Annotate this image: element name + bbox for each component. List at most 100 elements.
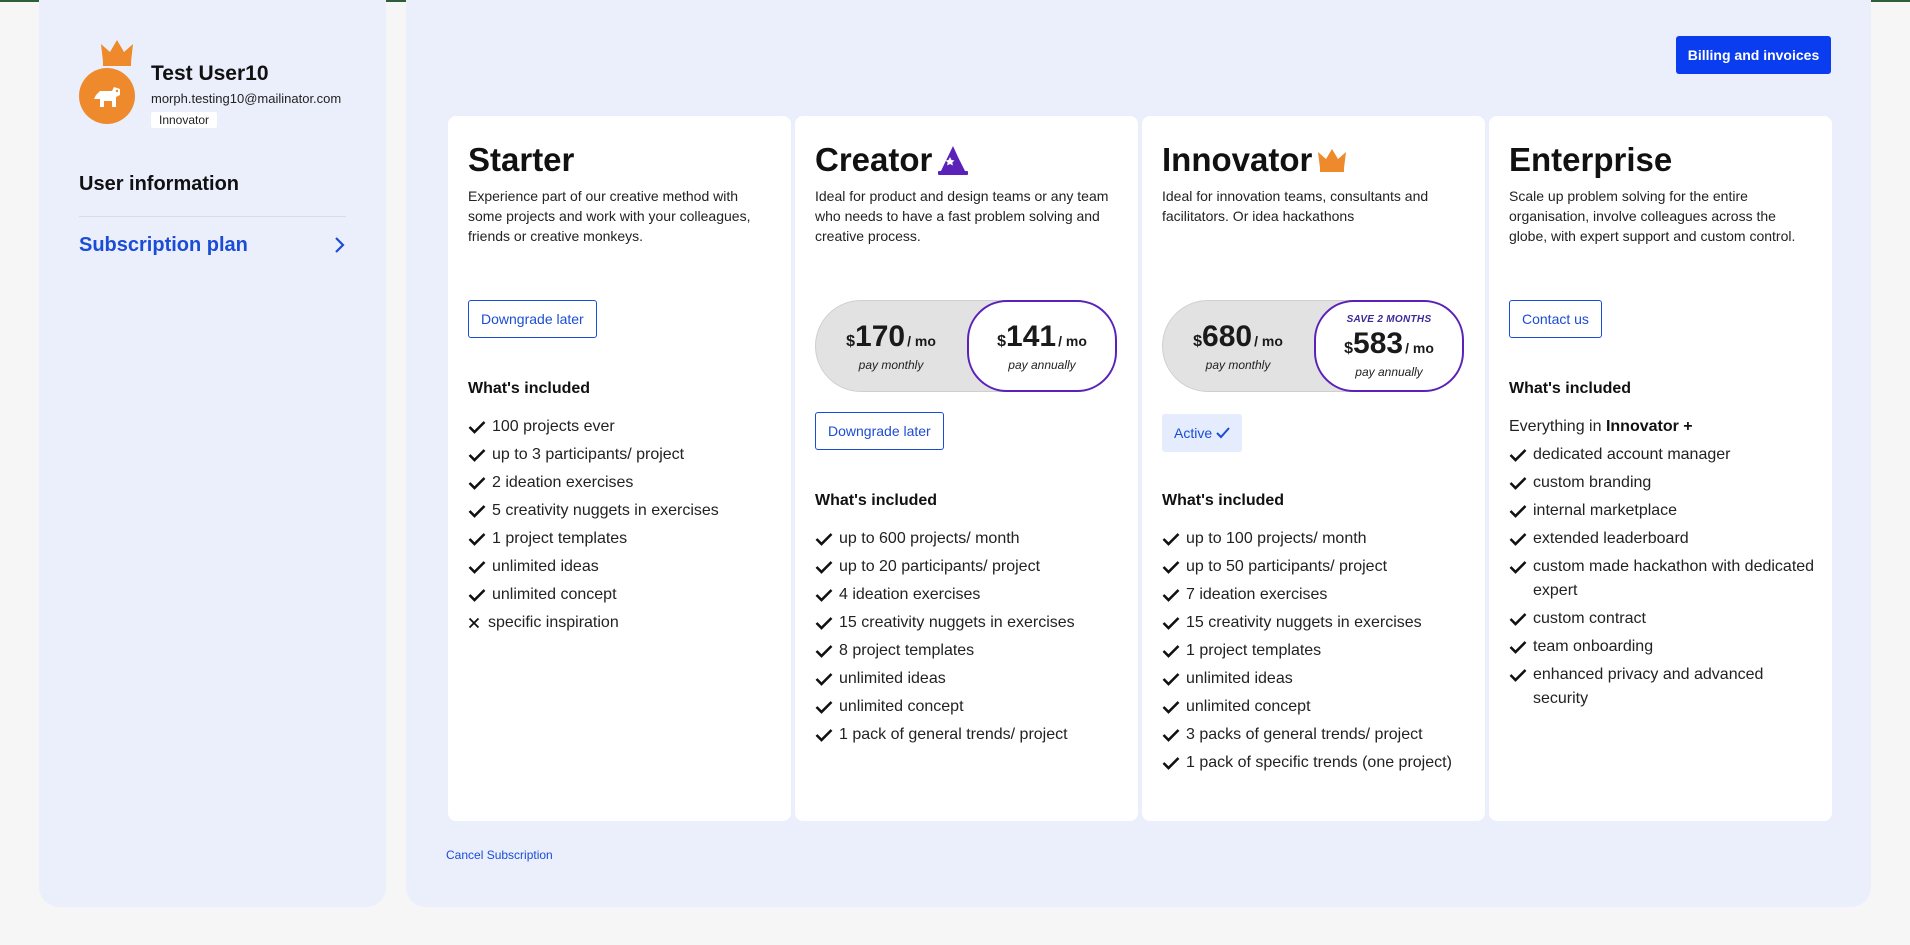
downgrade-later-button[interactable]: Downgrade later [468,300,597,338]
plan-title: Starter [468,140,771,180]
check-icon [815,611,839,635]
price-amount: 583 [1353,326,1404,360]
feature-item: internal marketplace [1509,499,1819,523]
feature-item: 15 creativity nuggets in exercises [1162,611,1472,635]
feature-text: extended leaderboard [1533,530,1689,547]
avatar [79,38,143,124]
pay-monthly-option[interactable]: $ 680 / mo pay monthly [1163,301,1313,391]
whats-included-title: What's included [1162,492,1285,509]
downgrade-later-button[interactable]: Downgrade later [815,412,944,450]
nav-user-information[interactable]: User information [79,173,239,196]
currency: $ [846,333,856,350]
feature-text: custom made hackathon with dedicated exp… [1533,558,1815,599]
check-icon [468,443,492,467]
feature-item: 100 projects ever [468,415,778,439]
feature-text: unlimited ideas [839,670,946,687]
plan-card-innovator: Innovator Ideal for innovation teams, co… [1142,116,1485,821]
feature-text: up to 100 projects/ month [1186,530,1367,547]
feature-list: dedicated account manager custom branding… [1509,443,1819,711]
plan-description: Scale up problem solving for the entire … [1509,188,1796,244]
check-icon [1162,639,1186,663]
cancel-subscription-link[interactable]: Cancel Subscription [446,848,553,862]
plan-title: Enterprise [1509,140,1812,180]
feature-list: up to 600 projects/ month up to 20 partic… [815,527,1125,751]
check-icon [1162,611,1186,635]
feature-text: up to 3 participants/ project [492,446,685,463]
feature-text: 2 ideation exercises [492,474,634,491]
feature-text: 5 creativity nuggets in exercises [492,502,719,519]
feature-item: team onboarding [1509,635,1819,659]
check-icon [468,555,492,579]
currency: $ [997,333,1007,350]
check-icon [1162,555,1186,579]
feature-item: custom contract [1509,607,1819,631]
feature-text: 1 pack of specific trends (one project) [1186,754,1452,771]
nav-subscription-label: Subscription plan [79,233,248,256]
feature-item: specific inspiration [468,611,778,635]
check-icon [1162,723,1186,747]
check-icon [1162,583,1186,607]
feature-item: 1 pack of general trends/ project [815,723,1125,747]
feature-text: up to 50 participants/ project [1186,558,1388,575]
feature-item: 1 pack of specific trends (one project) [1162,751,1472,775]
feature-item: 1 project templates [1162,639,1472,663]
crown-icon [101,40,133,66]
enterprise-intro: Everything in Innovator + [1509,415,1819,439]
dog-icon [94,87,120,107]
check-icon [1509,663,1533,687]
save-badge: SAVE 2 MONTHS [1346,313,1432,325]
pay-monthly-option[interactable]: $ 170 / mo pay monthly [816,301,966,391]
feature-text: custom contract [1533,610,1646,627]
nav-subscription-plan[interactable]: Subscription plan [79,232,346,258]
check-icon [815,695,839,719]
check-icon [468,471,492,495]
feature-item: 4 ideation exercises [815,583,1125,607]
plan-title-text: Enterprise [1509,141,1673,178]
feature-item: dedicated account manager [1509,443,1819,467]
feature-text: dedicated account manager [1533,446,1731,463]
check-icon [468,527,492,551]
user-profile: Test User10 morph.testing10@mailinator.c… [79,38,369,128]
feature-text: enhanced privacy and advanced security [1533,666,1764,707]
contact-us-button[interactable]: Contact us [1509,300,1602,338]
feature-text: team onboarding [1533,638,1654,655]
plan-title: Creator [815,140,1118,180]
feature-text: custom branding [1533,474,1652,491]
check-icon [468,583,492,607]
feature-text: unlimited concept [1186,698,1311,715]
crown-icon [1318,149,1347,172]
currency: $ [1193,333,1203,350]
feature-item: unlimited concept [815,695,1125,719]
price-monthly: $ 680 / mo [1193,320,1283,354]
user-tier-badge: Innovator [151,112,218,128]
check-icon [1216,427,1230,439]
check-icon [1509,443,1533,467]
feature-item: 8 project templates [815,639,1125,663]
feature-item: custom made hackathon with dedicated exp… [1509,555,1819,603]
price-period: / mo [907,333,936,349]
feature-text: internal marketplace [1533,502,1678,519]
pay-monthly-label: pay monthly [1205,358,1271,372]
feature-item: extended leaderboard [1509,527,1819,551]
pay-annually-option[interactable]: SAVE 2 MONTHS $ 583 / mo pay annually [1314,300,1464,392]
nav-divider [79,216,346,217]
plan-title: Innovator [1162,140,1465,180]
feature-text: unlimited ideas [1186,670,1293,687]
active-status-badge: Active [1162,414,1243,452]
enterprise-features: Everything in Innovator + dedicated acco… [1509,415,1819,715]
sidebar: Test User10 morph.testing10@mailinator.c… [39,0,386,907]
check-icon [468,415,492,439]
intro-prefix: Everything in [1509,418,1602,435]
pay-monthly-label: pay monthly [858,358,924,372]
price-annual: $ 583 / mo [1344,327,1434,361]
feature-item: 2 ideation exercises [468,471,778,495]
feature-text: up to 600 projects/ month [839,530,1020,547]
pay-annually-option[interactable]: $ 141 / mo pay annually [967,300,1117,392]
check-icon [1509,635,1533,659]
plan-card-creator: Creator Ideal for product and design tea… [795,116,1138,821]
feature-text: up to 20 participants/ project [839,558,1041,575]
plan-card-starter: Starter Experience part of our creative … [448,116,791,821]
billing-and-invoices-button[interactable]: Billing and invoices [1676,36,1831,74]
check-icon [1509,555,1533,579]
price-amount: 170 [855,320,906,353]
